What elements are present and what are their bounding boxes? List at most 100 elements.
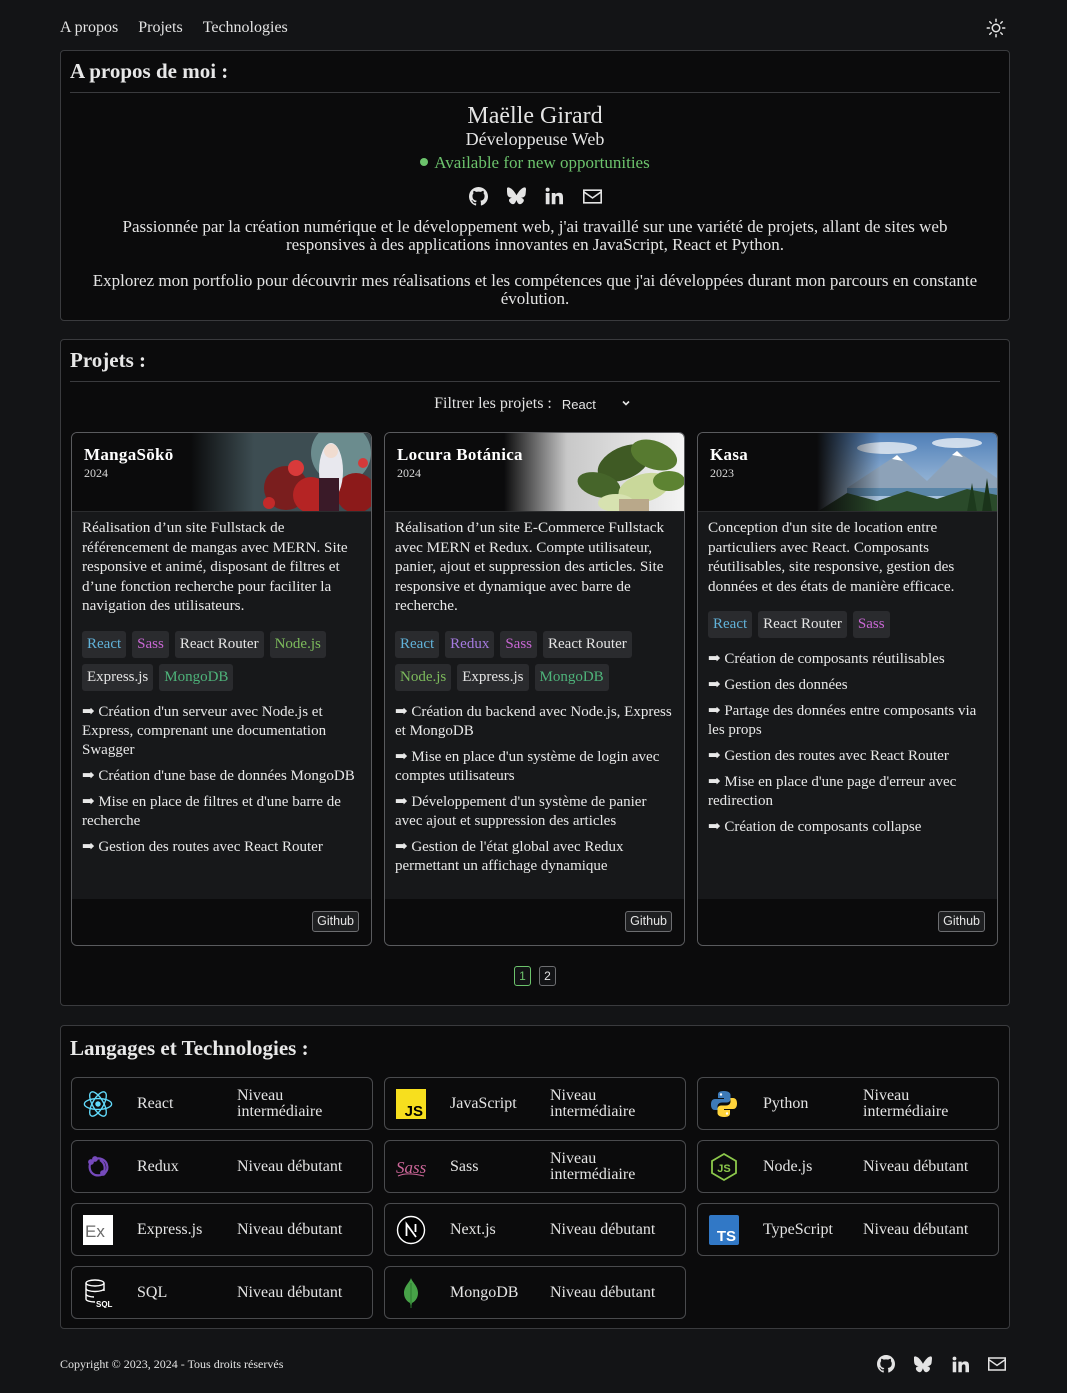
tech-item-nextjs: Next.js Niveau débutant: [384, 1203, 686, 1256]
top-nav: A propos Projets Technologies: [60, 17, 1007, 39]
tech-name: JavaScript: [450, 1094, 517, 1112]
tag: React Router: [543, 630, 632, 658]
chevron-down-icon: [622, 400, 630, 406]
footer-bluesky-link[interactable]: [913, 1354, 933, 1374]
github-link[interactable]: [468, 186, 488, 206]
svg-text:Ex: Ex: [85, 1222, 105, 1241]
footer-email-link[interactable]: [987, 1354, 1007, 1374]
tech-level: Niveau intermédiaire: [863, 1086, 949, 1120]
feature-item: ➡ Gestion de l'état global avec Redux pe…: [395, 838, 624, 874]
card-header: Locura Botánica 2024: [385, 433, 684, 512]
nav-link-about[interactable]: A propos: [60, 19, 118, 37]
sun-icon: [986, 18, 1006, 38]
github-button[interactable]: Github: [625, 911, 672, 932]
tag: Express.js: [82, 663, 154, 691]
feature-list: ➡ Création d'un serveur avec Node.js et …: [82, 703, 361, 857]
feature-item: ➡ Partage des données entre composants v…: [708, 703, 977, 738]
bluesky-icon: [914, 1355, 932, 1372]
tech-name: Redux: [137, 1157, 179, 1175]
github-button[interactable]: Github: [938, 911, 985, 932]
sass-icon: Sass: [396, 1152, 426, 1182]
about-title: A propos de moi :: [70, 59, 229, 83]
divider: [70, 92, 1000, 93]
footer-linkedin-link[interactable]: [950, 1354, 970, 1374]
tech-level: Niveau débutant: [863, 1157, 969, 1175]
availability-status: Available for new opportunities: [61, 153, 1009, 173]
tag: Express.js: [457, 663, 529, 691]
tech-name: Express.js: [137, 1220, 203, 1238]
technology-grid: React Niveau intermédiaire JS JavaScript…: [71, 1077, 999, 1319]
feature-item: ➡ Mise en place de filtres et d'une barr…: [82, 793, 341, 829]
tech-level: Niveau débutant: [237, 1157, 343, 1175]
mail-icon: [988, 1357, 1006, 1371]
tag: React Router: [758, 611, 847, 638]
tech-item-nodejs: JS Node.js Niveau débutant: [697, 1140, 999, 1193]
tech-level: Niveau intermédiaire: [550, 1149, 636, 1183]
project-cards: MangaSōkō 2024 Réalisation d’un site Ful…: [71, 432, 998, 946]
nav-link-technologies[interactable]: Technologies: [203, 19, 288, 37]
linkedin-link[interactable]: [544, 186, 564, 206]
project-thumbnail-plant: [504, 433, 684, 511]
github-button[interactable]: Github: [312, 911, 359, 932]
tag: React: [708, 611, 753, 638]
github-icon: [877, 1355, 895, 1373]
email-link[interactable]: [582, 186, 602, 206]
bluesky-icon: [506, 187, 526, 205]
about-section: A propos de moi : Maëlle Girard Développ…: [60, 50, 1010, 321]
filter-label: Filtrer les projets :: [434, 395, 552, 412]
tech-name: Node.js: [763, 1157, 813, 1175]
project-thumbnail-landscape: [817, 433, 997, 511]
project-description: Réalisation d’un site Fullstack de référ…: [82, 519, 348, 614]
typescript-icon: TS: [709, 1215, 739, 1245]
feature-item: ➡ Gestion des routes avec React Router: [82, 838, 323, 855]
redux-icon: [83, 1152, 113, 1182]
express-icon: Ex: [83, 1215, 113, 1245]
divider: [70, 381, 1000, 382]
project-description: Réalisation d’un site E-Commerce Fullsta…: [395, 519, 665, 614]
project-year: 2024: [84, 466, 108, 480]
mail-icon: [582, 188, 602, 204]
nav-link-projects[interactable]: Projets: [138, 19, 182, 37]
card-header: MangaSōkō 2024: [72, 433, 371, 512]
profile-role: Développeuse Web: [465, 129, 605, 149]
card-header: Kasa 2023: [698, 433, 997, 512]
page-button-1[interactable]: 1: [514, 966, 531, 986]
tag: React: [395, 630, 440, 658]
svg-text:JS: JS: [717, 1163, 730, 1175]
project-year: 2023: [710, 466, 734, 480]
feature-item: ➡ Gestion des routes avec React Router: [708, 748, 949, 764]
footer: Copyright © 2023, 2024 - Tous droits rés…: [60, 1354, 1007, 1374]
tech-tags: React Sass React Router Node.js Express.…: [82, 630, 361, 691]
mongodb-icon: [396, 1278, 426, 1308]
feature-item: ➡ Création d'un serveur avec Node.js et …: [82, 703, 327, 758]
tech-item-redux: Redux Niveau débutant: [71, 1140, 373, 1193]
feature-list: ➡ Création du backend avec Node.js, Expr…: [395, 703, 674, 876]
tech-tags: React Redux Sass React Router Node.js Ex…: [395, 630, 674, 691]
feature-item: ➡ Mise en place d'une page d'erreur avec…: [708, 774, 957, 809]
python-icon: [709, 1089, 739, 1119]
tech-item-sass: Sass Sass Niveau intermédiaire: [384, 1140, 686, 1193]
filter-select[interactable]: React: [557, 394, 636, 414]
status-dot-icon: [420, 158, 429, 167]
bluesky-link[interactable]: [506, 186, 526, 206]
card-footer: Github: [698, 899, 997, 945]
footer-github-link[interactable]: [876, 1354, 896, 1374]
feature-list: ➡ Création de composants réutilisables ➡…: [708, 650, 987, 837]
tech-level: Niveau débutant: [550, 1283, 656, 1301]
tech-name: SQL: [137, 1283, 168, 1301]
nodejs-icon: JS: [709, 1152, 739, 1182]
tech-tags: React React Router Sass: [708, 611, 987, 638]
linkedin-icon: [952, 1356, 969, 1372]
tech-name: TypeScript: [763, 1220, 833, 1238]
page-button-2[interactable]: 2: [539, 966, 556, 986]
status-text: Available for new opportunities: [434, 153, 650, 172]
theme-toggle-button[interactable]: [985, 17, 1007, 39]
nextjs-icon: [396, 1215, 426, 1245]
tech-name: React: [137, 1094, 174, 1112]
svg-text:TS: TS: [717, 1228, 736, 1245]
social-links: [61, 186, 1009, 206]
projects-title: Projets :: [70, 348, 146, 372]
tag: Redux: [445, 630, 495, 658]
feature-item: ➡ Création de composants collapse: [708, 819, 922, 835]
tech-name: MongoDB: [450, 1283, 519, 1301]
